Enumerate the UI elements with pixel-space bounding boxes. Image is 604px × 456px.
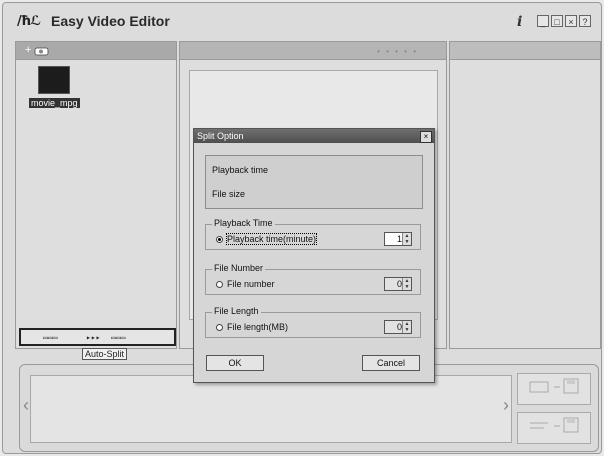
playback-time-group: Playback Time Playback time(minute) 1 ▲ … <box>205 218 421 250</box>
group-title-file-length: File Length <box>212 306 261 316</box>
info-box: Playback time File size <box>205 155 423 209</box>
info-icon[interactable]: i <box>517 14 522 30</box>
minimize-button[interactable]: _ <box>537 15 549 27</box>
spin-down-icon[interactable]: ▼ <box>402 239 411 245</box>
auto-split-bar[interactable]: ▭▭▭ ▸▸▸ ▭▭▭ <box>19 328 176 346</box>
output-header <box>450 42 600 60</box>
clip-strip-icon: ▭▭▭ <box>43 333 58 342</box>
playback-time-spinner[interactable]: 1 ▲ ▼ <box>384 232 412 246</box>
split-save-button[interactable] <box>517 412 591 444</box>
video-thumbnail[interactable] <box>38 66 70 94</box>
label-file-length[interactable]: File length(MB) <box>227 322 288 332</box>
file-length-group: File Length File length(MB) 0 ▲ ▼ <box>205 306 421 338</box>
preview-header: • • • • • <box>180 42 446 60</box>
spin-down-icon[interactable]: ▼ <box>402 284 411 290</box>
maximize-button[interactable]: □ <box>551 15 563 27</box>
app-window: /ħℒ Easy Video Editor i _ □ × ? + movie_… <box>2 2 602 454</box>
output-panel <box>449 41 601 349</box>
dialog-close-button[interactable]: × <box>420 131 432 143</box>
arrows-icon: ▸▸▸ <box>86 333 101 342</box>
merge-save-button[interactable] <box>517 373 591 405</box>
timeline-track[interactable] <box>30 375 512 443</box>
app-title: Easy Video Editor <box>51 13 170 29</box>
cancel-button[interactable]: Cancel <box>362 355 420 371</box>
merge-save-icon <box>529 378 579 394</box>
video-label[interactable]: movie_mpg <box>29 98 80 108</box>
info-file-size: File size <box>212 189 246 199</box>
spin-down-icon[interactable]: ▼ <box>402 327 411 333</box>
app-logo: /ħℒ <box>17 14 41 29</box>
radio-playback-time[interactable] <box>216 236 223 243</box>
library-header: + <box>16 42 176 60</box>
file-length-spinner[interactable]: 0 ▲ ▼ <box>384 320 412 334</box>
split-clips-icon: ▭▭▭ <box>111 333 126 342</box>
title-bar: /ħℒ Easy Video Editor i _ □ × ? <box>3 3 601 37</box>
file-number-spinner[interactable]: 0 ▲ ▼ <box>384 277 412 291</box>
add-media-icon[interactable]: + <box>25 44 31 56</box>
camera-icon[interactable] <box>34 45 50 56</box>
auto-split-label: Auto-Split <box>82 348 128 360</box>
dialog-title: Split Option <box>197 131 244 141</box>
label-file-number[interactable]: File number <box>227 279 275 289</box>
radio-file-length[interactable] <box>216 324 223 331</box>
library-panel: + movie_mpg <box>15 41 177 349</box>
scroll-left-icon[interactable]: ‹ <box>23 395 29 416</box>
split-option-dialog: Split Option × Playback time File size P… <box>193 128 435 383</box>
ok-button[interactable]: OK <box>206 355 264 371</box>
split-save-icon <box>530 417 579 433</box>
group-title-file-number: File Number <box>212 263 266 273</box>
header-dots: • • • • • <box>377 47 418 56</box>
scroll-right-icon[interactable]: › <box>503 395 509 416</box>
group-title-playback: Playback Time <box>212 218 275 228</box>
label-playback-time[interactable]: Playback time(minute) <box>225 233 318 245</box>
help-button[interactable]: ? <box>579 15 591 27</box>
dialog-title-bar: Split Option × <box>194 129 434 143</box>
radio-file-number[interactable] <box>216 281 223 288</box>
close-button[interactable]: × <box>565 15 577 27</box>
info-playback-time: Playback time <box>212 165 269 175</box>
file-number-group: File Number File number 0 ▲ ▼ <box>205 263 421 295</box>
